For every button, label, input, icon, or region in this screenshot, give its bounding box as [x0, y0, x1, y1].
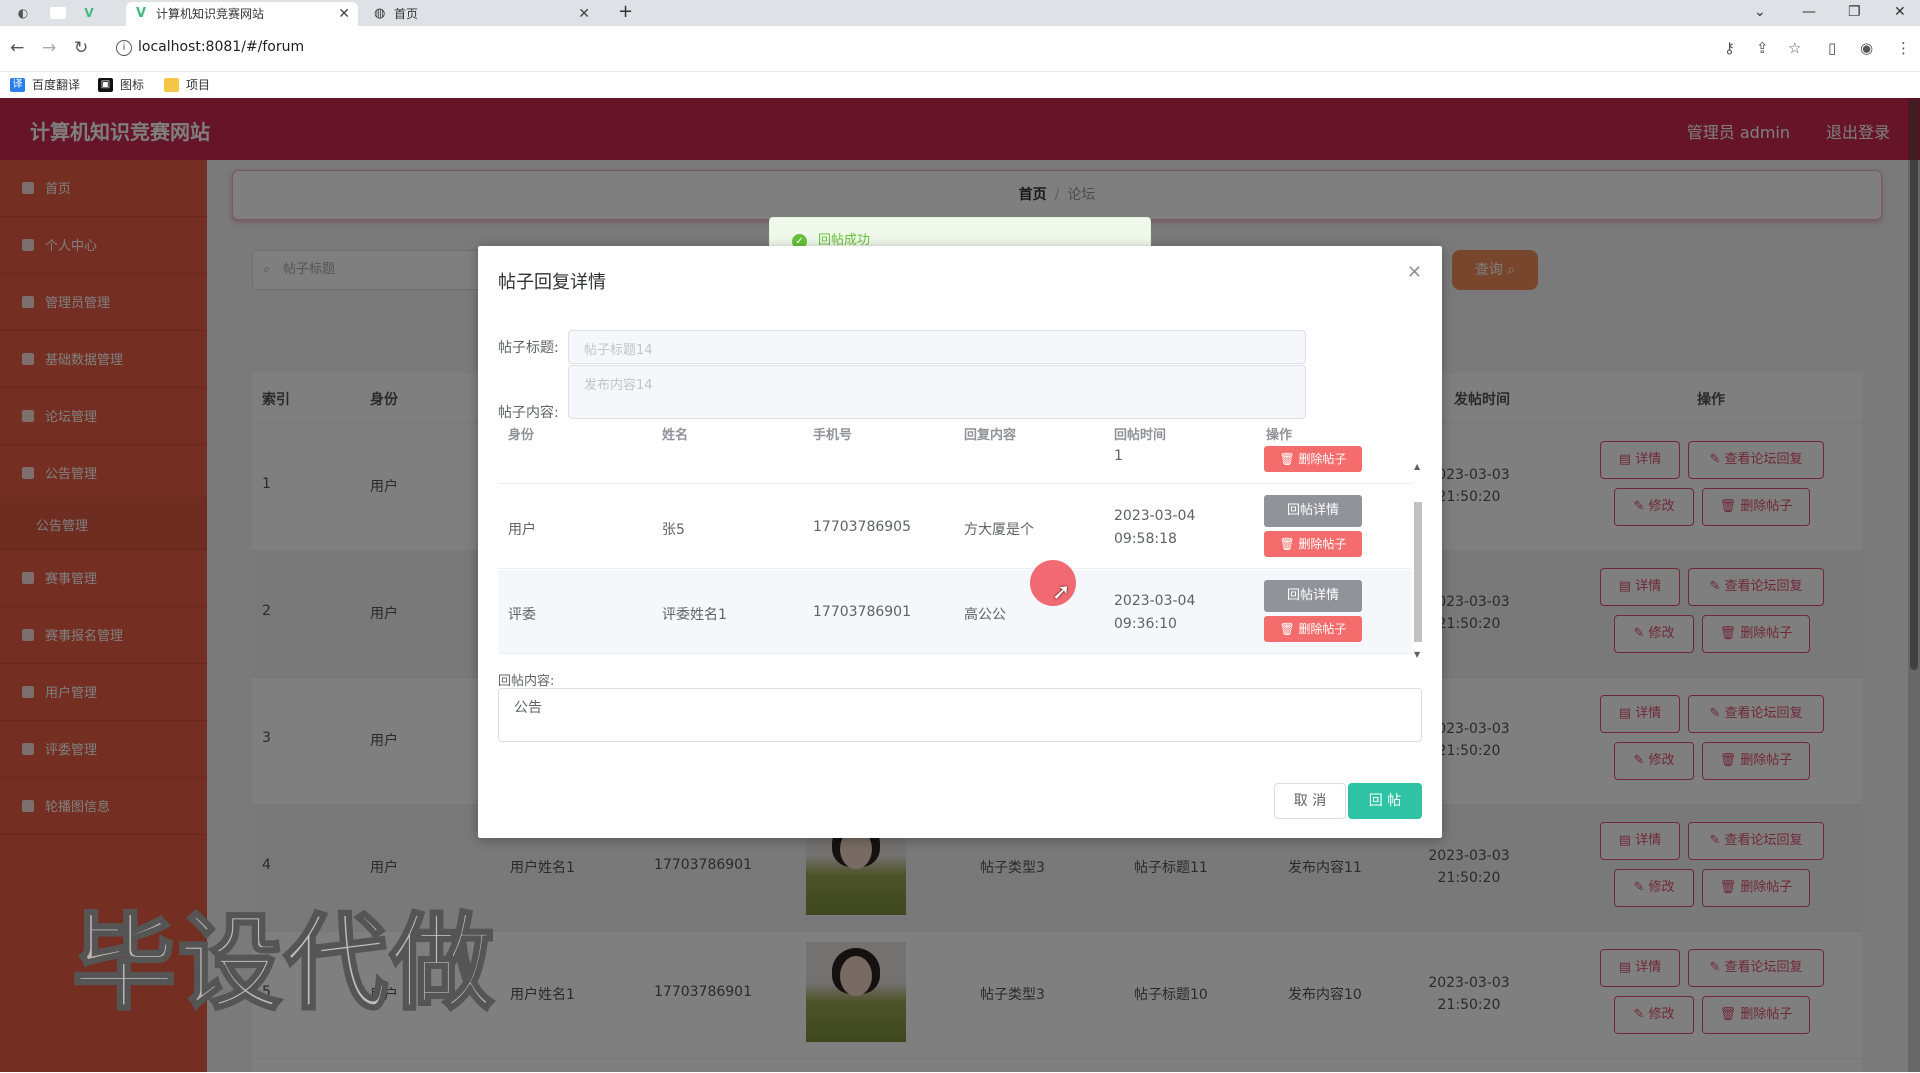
reply-time: 1 — [1114, 448, 1123, 464]
scroll-down-icon[interactable]: ▼ — [1414, 650, 1420, 659]
bookmark-baidu-translate[interactable]: 译 百度翻译 — [10, 76, 80, 94]
delete-reply-button[interactable]: 🗑 删除帖子 — [1264, 531, 1362, 557]
post-title-field[interactable]: 帖子标题14 — [568, 330, 1306, 364]
table-row: 1 🗑 删除帖子 — [498, 446, 1412, 484]
close-tab-icon[interactable]: ✕ — [578, 2, 590, 26]
reply-time: 2023-03-04 09:36:10 — [1114, 593, 1196, 632]
reply-detail-dialog: 帖子回复详情 ✕ 帖子标题: 帖子标题14 帖子内容: 发布内容14 身份 姓名… — [478, 246, 1442, 838]
bookmark-icons[interactable]: ▣ 图标 — [98, 76, 144, 94]
reply-content-input[interactable]: 公告 — [498, 688, 1422, 742]
browser-menu-icon[interactable]: ◐ — [14, 4, 32, 22]
reply-content-label: 回帖内容: — [498, 674, 555, 689]
reply-detail-button[interactable]: 回帖详情 — [1264, 495, 1362, 527]
folder-icon — [164, 78, 179, 92]
mouse-cursor-icon: ➚ — [1052, 580, 1071, 605]
key-icon[interactable]: ⚷ — [1724, 38, 1735, 58]
tab-label: 计算机知识竞赛网站 — [156, 7, 265, 21]
reply-time: 2023-03-04 09:58:18 — [1114, 508, 1196, 547]
back-icon[interactable]: ← — [10, 38, 24, 58]
bookmark-project[interactable]: 项目 — [164, 76, 210, 94]
tab-label: 首页 — [394, 7, 419, 21]
address-bar: ← → ↻ i localhost:8081/#/forum ⚷ ⇪ ☆ ▯ ◉… — [0, 26, 1920, 72]
submit-reply-button[interactable]: 回 帖 — [1348, 783, 1422, 819]
translate-icon: 译 — [10, 78, 25, 92]
close-tab-icon[interactable]: ✕ — [338, 2, 350, 26]
scrollbar-thumb[interactable] — [1414, 502, 1422, 642]
new-tab-button[interactable]: + — [618, 0, 633, 24]
tab-home[interactable]: ◍ 首页 ✕ — [364, 2, 598, 26]
share-icon[interactable]: ⇪ — [1756, 38, 1769, 58]
star-icon[interactable]: ☆ — [1788, 38, 1801, 58]
post-content-label: 帖子内容: — [498, 405, 559, 421]
vue-favicon-icon: V — [136, 6, 147, 21]
image-icon: ▣ — [98, 78, 113, 92]
vue-tab-icon[interactable]: V — [80, 4, 98, 22]
reply-content: 方大厦是个 — [964, 522, 1034, 538]
rth-time: 回帖时间 — [1114, 428, 1167, 443]
close-icon[interactable]: ✕ — [1407, 262, 1422, 283]
reload-icon[interactable]: ↻ — [74, 38, 88, 58]
post-title-label: 帖子标题: — [498, 340, 559, 356]
rth-identity: 身份 — [508, 428, 535, 443]
rth-name: 姓名 — [662, 428, 689, 443]
window-close-icon[interactable]: ✕ — [1894, 0, 1906, 24]
dialog-title: 帖子回复详情 — [498, 272, 606, 293]
blank-tab-icon[interactable] — [50, 7, 66, 19]
delete-reply-button[interactable]: 🗑 删除帖子 — [1264, 446, 1362, 472]
rth-actions: 操作 — [1266, 428, 1293, 443]
reply-table-scrollbar[interactable]: ▲ ▼ — [1412, 456, 1424, 659]
scroll-up-icon[interactable]: ▲ — [1414, 462, 1420, 471]
reply-name: 评委姓名1 — [662, 607, 727, 623]
watermark-text: 毕设代做 — [70, 901, 497, 1026]
reply-detail-button[interactable]: 回帖详情 — [1264, 580, 1362, 612]
rth-phone: 手机号 — [813, 428, 853, 443]
url-field[interactable]: i localhost:8081/#/forum — [108, 33, 1740, 65]
more-menu-icon[interactable]: ⋮ — [1896, 38, 1911, 58]
reply-name: 张5 — [662, 522, 685, 538]
reply-phone: 17703786901 — [813, 604, 911, 620]
reply-table: 身份 姓名 手机号 回复内容 回帖时间 操作 1 🗑 删除帖子 用户 张5 17… — [498, 424, 1424, 666]
cancel-button[interactable]: 取 消 — [1274, 783, 1346, 819]
url-text: localhost:8081/#/forum — [138, 39, 305, 55]
reply-content: 高公公 — [964, 607, 1006, 623]
restore-icon[interactable]: ❐ — [1848, 0, 1861, 24]
profile-icon[interactable]: ◉ — [1860, 38, 1873, 58]
tab-competition-site[interactable]: V 计算机知识竞赛网站 ✕ — [126, 2, 358, 26]
rth-content: 回复内容 — [964, 428, 1017, 443]
delete-reply-button[interactable]: 🗑 删除帖子 — [1264, 616, 1362, 642]
reply-phone: 17703786905 — [813, 519, 911, 535]
browser-tab-bar: ◐ V V 计算机知识竞赛网站 ✕ ◍ 首页 ✕ + ⌄ — ❐ ✕ — [0, 0, 1920, 26]
info-icon[interactable]: i — [116, 40, 132, 56]
side-panel-icon[interactable]: ▯ — [1828, 38, 1836, 58]
reply-identity: 用户 — [508, 522, 536, 538]
forward-icon[interactable]: → — [42, 38, 56, 58]
table-row: 评委 评委姓名1 17703786901 高公公 2023-03-04 09:3… — [498, 570, 1412, 654]
table-row: 用户 张5 17703786905 方大厦是个 2023-03-04 09:58… — [498, 485, 1412, 569]
minimize-icon[interactable]: — — [1802, 0, 1816, 24]
post-content-field[interactable]: 发布内容14 — [568, 365, 1306, 419]
globe-icon: ◍ — [374, 6, 386, 21]
bookmarks-bar: 译 百度翻译 ▣ 图标 项目 — [0, 72, 1920, 98]
reply-identity: 评委 — [508, 607, 536, 623]
tab-search-icon[interactable]: ⌄ — [1754, 0, 1766, 24]
